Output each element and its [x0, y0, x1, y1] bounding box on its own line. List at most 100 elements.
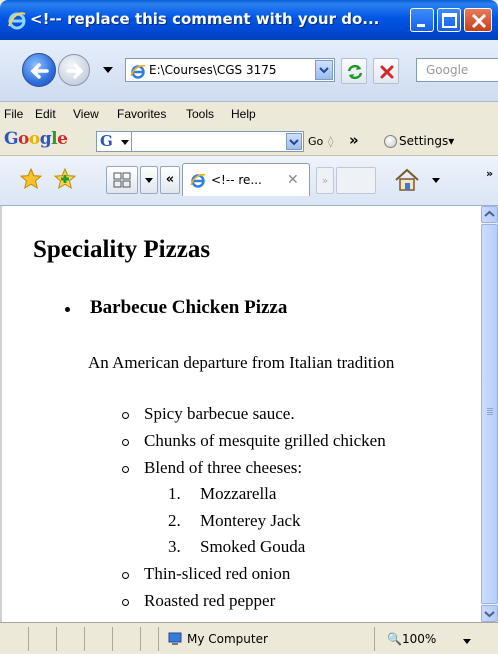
- tab-list-button[interactable]: [140, 166, 158, 194]
- address-toolbar: E:\Courses\CGS 3175 Google: [0, 40, 498, 102]
- settings-circle-icon: [384, 135, 397, 148]
- quick-tabs-icon: [113, 172, 131, 188]
- zoom-level: 100%: [401, 632, 437, 646]
- cheese-name: Mozzarella: [200, 484, 277, 503]
- maximize-button[interactable]: [437, 8, 461, 32]
- refresh-button[interactable]: [341, 58, 367, 84]
- close-icon: [471, 13, 487, 29]
- menu-favorites[interactable]: Favorites: [117, 107, 166, 121]
- window-title: <!-- replace this comment with your do..…: [30, 10, 380, 28]
- status-divider: [112, 627, 113, 651]
- add-favorite-icon[interactable]: [53, 167, 77, 191]
- go-button[interactable]: Go: [308, 135, 323, 148]
- status-divider: [374, 627, 375, 651]
- home-icon[interactable]: [392, 166, 422, 194]
- chevron-down-icon: [145, 178, 153, 183]
- scroll-grip-icon: [487, 408, 493, 409]
- new-tab-button[interactable]: [336, 167, 376, 194]
- vertical-scrollbar[interactable]: [481, 206, 498, 622]
- chevron-down-icon: [484, 611, 495, 618]
- zoom-dropdown-icon[interactable]: [463, 639, 471, 644]
- ie-page-icon: [130, 64, 146, 79]
- ingredient-text: Chunks of mesquite grilled chicken: [144, 431, 386, 450]
- tab-label: <!-- re...: [211, 173, 262, 187]
- status-divider: [140, 627, 141, 651]
- google-logo: Google: [4, 129, 68, 149]
- cheese-number: 2.: [168, 511, 181, 530]
- recent-pages-dropdown-icon[interactable]: [103, 66, 113, 74]
- home-dropdown-icon[interactable]: [432, 178, 440, 183]
- menu-edit[interactable]: Edit: [35, 107, 56, 121]
- google-search-dropdown[interactable]: [286, 133, 302, 150]
- title-bar: <!-- replace this comment with your do..…: [0, 0, 498, 40]
- cheese-number: 3.: [168, 537, 181, 556]
- ie-icon: [8, 12, 26, 30]
- menu-bar: File Edit View Favorites Tools Help: [0, 102, 498, 128]
- menu-tools[interactable]: Tools: [186, 107, 214, 121]
- back-arrow-icon: [30, 63, 49, 79]
- minimize-button[interactable]: [410, 8, 434, 32]
- ie-page-icon: [190, 173, 206, 188]
- more-tools-chevron[interactable]: »: [486, 167, 493, 180]
- zoom-icon: 🔍: [387, 632, 402, 646]
- chevron-down-icon: [289, 139, 299, 146]
- page-content: Speciality Pizzas Barbecue Chicken Pizza…: [0, 206, 481, 622]
- stop-icon: [380, 65, 394, 79]
- menu-view[interactable]: View: [73, 107, 99, 121]
- status-divider: [56, 627, 57, 651]
- forward-arrow-icon: [66, 63, 84, 79]
- google-toolbar: Google G Go ◊ » Settings▾: [0, 128, 498, 156]
- stop-button[interactable]: [373, 58, 399, 84]
- close-tab-icon[interactable]: ✕: [287, 172, 299, 188]
- ingredient-text: Thin-sliced red onion: [144, 564, 291, 583]
- circle-bullet-icon: [122, 412, 129, 419]
- circle-bullet-icon: [122, 466, 129, 473]
- settings-label: Settings▾: [399, 134, 455, 148]
- address-dropdown-button[interactable]: [315, 60, 333, 80]
- address-url: E:\Courses\CGS 3175: [149, 63, 277, 77]
- refresh-icon: [347, 64, 363, 80]
- circle-bullet-icon: [122, 572, 129, 579]
- circle-bullet-icon: [122, 599, 129, 606]
- back-button[interactable]: [22, 53, 56, 87]
- google-search-input[interactable]: [132, 131, 304, 152]
- scroll-up-button[interactable]: [481, 206, 498, 223]
- menu-help[interactable]: Help: [231, 107, 256, 121]
- tab-scroll-left-button[interactable]: «: [160, 166, 180, 194]
- page-heading: Speciality Pizzas: [33, 236, 211, 263]
- settings-button[interactable]: Settings▾: [384, 134, 455, 148]
- tab-current-page[interactable]: <!-- re... ✕: [182, 163, 310, 196]
- security-zone-label: My Computer: [187, 632, 268, 646]
- computer-icon: [168, 632, 182, 645]
- bullet-icon: [65, 307, 70, 312]
- status-bar: My Computer 🔍100%: [0, 622, 498, 654]
- zoom-level-button[interactable]: 🔍100%: [387, 632, 436, 646]
- address-field[interactable]: E:\Courses\CGS 3175: [125, 58, 335, 82]
- tab-bar: « <!-- re... ✕ » »: [0, 156, 498, 206]
- go-separator-icon: ◊: [328, 135, 334, 148]
- chevron-down-icon: [121, 140, 129, 145]
- status-divider: [28, 627, 29, 651]
- chevron-down-icon: [319, 67, 329, 74]
- quick-tabs-button[interactable]: [106, 166, 138, 194]
- cheese-number: 1.: [168, 484, 181, 503]
- close-button[interactable]: [464, 8, 492, 32]
- scroll-down-button[interactable]: [481, 605, 498, 622]
- cheese-name: Monterey Jack: [200, 511, 301, 530]
- scroll-thumb[interactable]: [481, 224, 498, 604]
- pizza-name: Barbecue Chicken Pizza: [90, 297, 288, 318]
- forward-button[interactable]: [58, 54, 90, 86]
- tab-scroll-right-button[interactable]: »: [316, 167, 334, 194]
- favorites-star-icon[interactable]: [19, 167, 43, 191]
- menu-file[interactable]: File: [4, 107, 23, 121]
- cheese-name: Smoked Gouda: [200, 537, 306, 556]
- circle-bullet-icon: [122, 439, 129, 446]
- more-buttons-chevron[interactable]: »: [349, 131, 359, 149]
- ingredient-text: Blend of three cheeses:: [144, 458, 303, 477]
- status-divider: [84, 627, 85, 651]
- search-input[interactable]: Google: [416, 58, 498, 82]
- google-menu-button[interactable]: G: [96, 131, 132, 152]
- minimize-icon: [417, 24, 425, 27]
- ingredient-text: Spicy barbecue sauce.: [144, 404, 295, 423]
- pizza-description: An American departure from Italian tradi…: [88, 353, 395, 372]
